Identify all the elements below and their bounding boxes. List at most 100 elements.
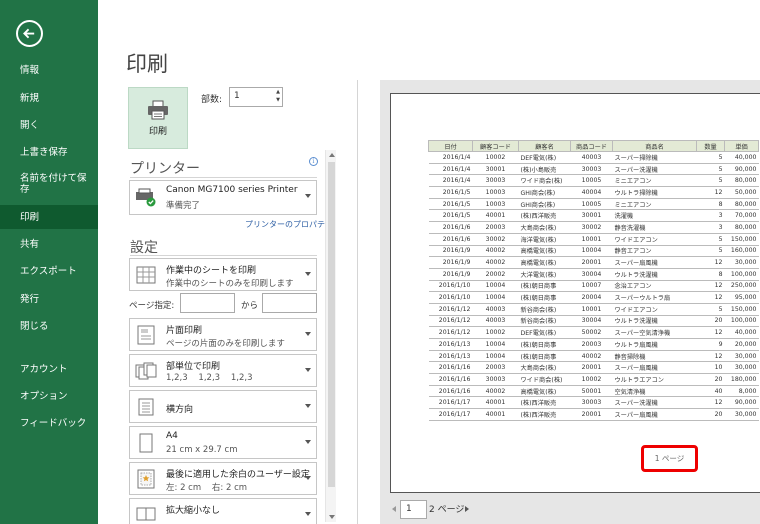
table-cell: 150,000 — [724, 233, 759, 246]
table-row: 2016/1/16 20003 大島商会(株) 20001 スーパー扇風機 10 30,00… — [428, 361, 759, 375]
sidebar-item-feedback[interactable]: フィードバック — [0, 411, 98, 435]
sides-dropdown[interactable]: 片面印刷 ページの片面のみを印刷します — [129, 318, 317, 351]
sidebar-item-new[interactable]: 新規 — [0, 86, 98, 110]
table-row: 2016/1/5 10003 GHI商会(株) 40004 ウルトラ掃除機 12 50,00… — [428, 186, 759, 199]
table-cell: 30003 — [472, 174, 519, 188]
sidebar-item-account[interactable]: アカウント — [0, 357, 98, 381]
table-cell: 30001 — [570, 209, 613, 223]
back-arrow-icon[interactable] — [16, 20, 43, 47]
table-cell: 2016/1/10 — [428, 280, 473, 293]
table-cell: 2016/1/5 — [428, 186, 473, 199]
table-cell: 2016/1/17 — [428, 408, 473, 421]
collate-dropdown[interactable]: 部単位で印刷 1,2,3 1,2,3 1,2,3 — [129, 354, 317, 387]
table-cell: DEF電気(株) — [518, 326, 571, 339]
table-cell: 40001 — [472, 396, 519, 410]
info-icon[interactable]: i — [309, 157, 318, 166]
spin-down-icon[interactable]: ▼ — [276, 97, 280, 103]
sidebar-item-save[interactable]: 上書き保存 — [0, 140, 98, 164]
one-sided-icon — [137, 325, 155, 345]
table-cell: 30001 — [472, 163, 519, 176]
settings-scrollbar[interactable] — [325, 150, 336, 522]
table-cell: 40001 — [472, 209, 519, 223]
spin-up-icon[interactable]: ▲ — [276, 89, 280, 95]
table-cell: 10004 — [472, 350, 519, 363]
table-cell: (株)朝日商事 — [518, 280, 571, 293]
table-cell: 70,000 — [724, 209, 759, 223]
copies-input[interactable]: 1 ▲ ▼ — [229, 87, 283, 107]
table-cell: 10001 — [570, 303, 613, 316]
page-from-input[interactable] — [180, 293, 235, 313]
scroll-up-icon[interactable] — [329, 153, 335, 157]
printer-status: 準備完了 — [166, 201, 201, 211]
page-to-input[interactable] — [262, 293, 317, 313]
sidebar-item-options[interactable]: オプション — [0, 384, 98, 408]
table-cell: 12 — [696, 396, 725, 410]
table-cell: 20003 — [472, 361, 519, 375]
sidebar-item-share[interactable]: 共有 — [0, 232, 98, 256]
page-number-input[interactable]: 1 — [400, 500, 427, 519]
table-cell: 40003 — [472, 303, 519, 316]
divider — [130, 177, 317, 178]
table-cell: ワイドエアコン — [612, 303, 697, 316]
table-cell: 90,000 — [724, 163, 759, 176]
printer-properties-link[interactable]: プリンターのプロパティ — [245, 219, 333, 230]
table-row: 2016/1/9 20002 大洋電気(株) 30004 ウルトラ洗濯機 8 100,000 — [428, 268, 759, 281]
previous-page-icon[interactable] — [392, 506, 396, 512]
orientation-dropdown[interactable]: 横方向 — [129, 390, 317, 423]
table-cell: 5 — [696, 245, 725, 258]
table-cell: 洗濯機 — [612, 209, 697, 223]
table-row: 2016/1/13 10004 (株)朝日商事 20003 ウルトラ扇風機 9 20,000 — [428, 338, 759, 351]
scaling-dropdown[interactable]: 拡大縮小なし — [129, 498, 317, 524]
table-cell: 12 — [696, 256, 725, 269]
print-what-dropdown[interactable]: 作業中のシートを印刷 作業中のシートのみを印刷します — [129, 258, 317, 291]
table-cell: 20 — [696, 315, 725, 328]
next-page-icon[interactable] — [465, 506, 469, 512]
page-number-highlight: 1 ページ — [641, 445, 698, 472]
table-cell: 10005 — [570, 198, 613, 211]
table-cell: 10002 — [472, 151, 519, 164]
table-row: 2016/1/6 30002 海洋電気(株) 10001 ワイドエアコン 5 150,000 — [428, 233, 759, 246]
table-cell: 10004 — [472, 280, 519, 293]
table-cell: 高橋電気(株) — [518, 245, 571, 258]
table-cell: 高橋電気(株) — [518, 256, 571, 269]
margins-dropdown[interactable]: 最後に適用した余白のユーザー設定 左: 2 cm 右: 2 cm — [129, 462, 317, 495]
table-cell: 10004 — [570, 245, 613, 258]
chevron-down-icon — [305, 440, 311, 444]
printer-dropdown[interactable]: Canon MG7100 series Printer 準備完了 — [129, 180, 317, 215]
paper-line1: A4 — [166, 431, 178, 441]
table-cell: 10003 — [472, 186, 519, 199]
table-cell: (株)朝日商事 — [518, 291, 571, 304]
table-cell: 20003 — [472, 221, 519, 234]
paper-size-dropdown[interactable]: A4 21 cm x 29.7 cm — [129, 426, 317, 459]
table-row: 2016/1/10 10004 (株)朝日商事 20004 スーパーウルトラ扇 12 95,… — [428, 291, 759, 304]
table-cell: 20001 — [570, 408, 613, 421]
print-button[interactable]: 印刷 — [128, 87, 188, 149]
table-cell: 3 — [696, 221, 725, 234]
chevron-down-icon — [305, 272, 311, 276]
table-cell: 80,000 — [724, 198, 759, 211]
print-preview-page: 日付 顧客コード 顧客名 商品コード 商品名 数量 単価 2016/1/4 100… — [390, 93, 760, 493]
printer-name: Canon MG7100 series Printer — [166, 185, 298, 195]
collate-line2: 1,2,3 1,2,3 1,2,3 — [166, 373, 253, 383]
sidebar-item-open[interactable]: 開く — [0, 113, 98, 137]
table-row: 2016/1/12 10002 DEF電気(株) 50002 スーパー空気清浄機 12 40… — [428, 326, 759, 339]
sidebar-item-close[interactable]: 閉じる — [0, 314, 98, 338]
table-cell: 2016/1/6 — [428, 233, 473, 246]
sidebar-item-export[interactable]: エクスポート — [0, 259, 98, 283]
printer-ready-icon — [136, 188, 156, 207]
table-cell: 2016/1/12 — [428, 315, 473, 328]
sheet-icon — [136, 266, 156, 284]
sidebar-item-print[interactable]: 印刷 — [0, 205, 98, 229]
preview-table: 日付 顧客コード 顧客名 商品コード 商品名 数量 単価 2016/1/4 100… — [428, 140, 759, 421]
scroll-down-icon[interactable] — [329, 515, 335, 519]
sidebar-item-save-as[interactable]: 名前を付けて保存 — [0, 169, 90, 199]
table-cell: 2016/1/6 — [428, 221, 473, 234]
table-cell: 30003 — [570, 396, 613, 410]
settings-heading: 設定 — [130, 240, 158, 256]
total-pages-label: 2 ページ — [429, 505, 465, 515]
current-page-value: 1 — [406, 504, 412, 514]
scrollbar-thumb[interactable] — [328, 162, 335, 487]
sidebar-item-publish[interactable]: 発行 — [0, 287, 98, 311]
sidebar-item-info[interactable]: 情報 — [0, 58, 98, 82]
table-row: 2016/1/12 40003 新谷商会(株) 10001 ワイドエアコン 5 150,00… — [428, 303, 759, 316]
